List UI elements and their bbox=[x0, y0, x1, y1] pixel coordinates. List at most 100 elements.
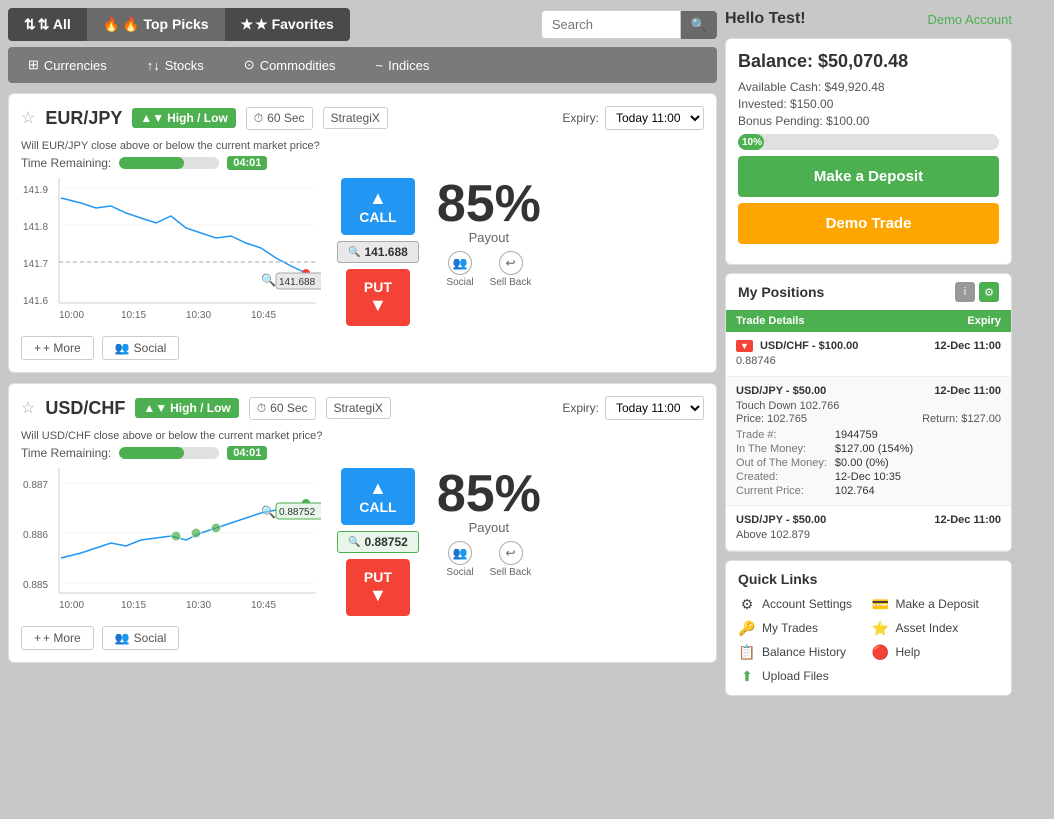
quick-link-account-settings[interactable]: ⚙ Account Settings bbox=[738, 595, 866, 613]
payout-label-usdchf: Payout bbox=[469, 520, 509, 535]
positions-title: My Positions bbox=[738, 284, 824, 300]
trend-icon: ▲▼ bbox=[140, 111, 164, 125]
quick-links-card: Quick Links ⚙ Account Settings 💳 Make a … bbox=[725, 560, 1012, 696]
payout-icons-usdchf: 👥 Social ↩ Sell Back bbox=[446, 541, 531, 578]
quick-link-asset-index[interactable]: ⭐ Asset Index bbox=[872, 619, 1000, 637]
timer-badge-eurjpy: ⏱ 60 Sec bbox=[246, 107, 313, 130]
sell-back-icon-usdchf[interactable]: ↩ Sell Back bbox=[490, 541, 532, 578]
strategix-badge-eurjpy: StrategiX bbox=[323, 107, 388, 129]
quick-link-upload-files[interactable]: ⬆ Upload Files bbox=[738, 667, 866, 685]
bonus-pending: Bonus Pending: $100.00 bbox=[738, 114, 999, 128]
upload-icon: ⬆ bbox=[738, 667, 756, 685]
payout-pct-eurjpy: 85% bbox=[437, 178, 541, 230]
demo-account-link[interactable]: Demo Account bbox=[927, 12, 1012, 27]
call-button-usdchf[interactable]: ▲ CALL bbox=[341, 468, 414, 525]
bonus-progress-fill: 10% bbox=[738, 134, 764, 150]
commodities-label: Commodities bbox=[260, 58, 336, 73]
fire-icon: 🔥 bbox=[103, 16, 120, 33]
payout-icons-eurjpy: 👥 Social ↩ Sell Back bbox=[446, 251, 531, 288]
payout-pct-usdchf: 85% bbox=[437, 468, 541, 520]
more-button-usdchf[interactable]: + + More bbox=[21, 626, 94, 650]
chart-svg-usdchf: 0.887 0.886 0.885 bbox=[21, 468, 321, 613]
social-button-usdchf[interactable]: 👥 Social bbox=[102, 626, 180, 650]
right-panel: Hello Test! Demo Account Balance: $50,07… bbox=[725, 0, 1020, 704]
social-btn-icon: 👥 bbox=[115, 341, 130, 355]
put-button-usdchf[interactable]: PUT ▼ bbox=[346, 559, 410, 616]
call-arrow-icon: ▲ bbox=[369, 188, 387, 209]
position-2-expiry: 12-Dec 11:00 bbox=[934, 385, 1001, 397]
deposit-icon: 💳 bbox=[872, 595, 890, 613]
position-2-trade: USD/JPY - $50.00 bbox=[736, 385, 826, 397]
out-money-val: $0.00 (0%) bbox=[835, 457, 1001, 469]
sell-back-icon-eurjpy[interactable]: ↩ Sell Back bbox=[490, 251, 532, 288]
svg-text:10:30: 10:30 bbox=[186, 600, 211, 611]
svg-text:🔍: 🔍 bbox=[261, 504, 276, 519]
card-body-usdchf: 0.887 0.886 0.885 bbox=[21, 468, 704, 616]
expiry-select-eurjpy[interactable]: Today 11:00 bbox=[605, 106, 704, 130]
plus-icon-2: + bbox=[34, 631, 41, 645]
quick-link-balance-history[interactable]: 📋 Balance History bbox=[738, 643, 866, 661]
quick-link-my-trades[interactable]: 🔑 My Trades bbox=[738, 619, 866, 637]
deposit-button[interactable]: Make a Deposit bbox=[738, 156, 999, 197]
created-val: 12-Dec 10:35 bbox=[835, 471, 1001, 483]
search-input[interactable] bbox=[541, 10, 681, 39]
favorite-star-usdchf[interactable]: ☆ bbox=[21, 398, 35, 418]
svg-text:0.885: 0.885 bbox=[23, 580, 48, 591]
search-button[interactable]: 🔍 bbox=[681, 11, 717, 39]
currencies-label: Currencies bbox=[44, 58, 107, 73]
in-money-label: In The Money: bbox=[736, 443, 827, 455]
social-button-eurjpy[interactable]: 👥 Social bbox=[102, 336, 180, 360]
payout-area-usdchf: 85% Payout 👥 Social ↩ Sell Back bbox=[437, 468, 541, 578]
favorite-star-eurjpy[interactable]: ☆ bbox=[21, 108, 35, 128]
stocks-label: Stocks bbox=[165, 58, 204, 73]
quick-link-make-deposit[interactable]: 💳 Make a Deposit bbox=[872, 595, 1000, 613]
put-arrow-icon-2: ▼ bbox=[369, 585, 387, 606]
position-3-sub: Above 102.879 bbox=[736, 529, 1001, 541]
position-1-sub: 0.88746 bbox=[736, 355, 1001, 367]
subnav-currencies[interactable]: ⊞ Currencies bbox=[8, 47, 127, 83]
expiry-select-usdchf[interactable]: Today 11:00 bbox=[605, 396, 704, 420]
svg-text:10:15: 10:15 bbox=[121, 600, 146, 611]
sub-nav: ⊞ Currencies ↑↓ Stocks ⊙ Commodities ~ I… bbox=[8, 47, 717, 83]
trades-icon: 🔑 bbox=[738, 619, 756, 637]
greeting-text: Hello Test! bbox=[725, 10, 806, 28]
trend-icon-2: ▲▼ bbox=[143, 401, 167, 415]
demo-trade-button[interactable]: Demo Trade bbox=[738, 203, 999, 244]
card-footer-usdchf: + + More 👥 Social bbox=[21, 626, 704, 650]
in-money-val: $127.00 (154%) bbox=[835, 443, 1001, 455]
position-1-trade: ▼ USD/CHF - $100.00 bbox=[736, 340, 858, 352]
position-3-expiry: 12-Dec 11:00 bbox=[934, 514, 1001, 526]
put-button-eurjpy[interactable]: PUT ▼ bbox=[346, 269, 410, 326]
position-1-expiry: 12-Dec 11:00 bbox=[934, 340, 1001, 352]
social-icon-eurjpy[interactable]: 👥 Social bbox=[446, 251, 473, 288]
progress-text: 10% bbox=[742, 137, 762, 148]
svg-text:10:45: 10:45 bbox=[251, 600, 276, 611]
timer-badge-usdchf: ⏱ 60 Sec bbox=[249, 397, 316, 420]
trade-card-usdchf: ☆ USD/CHF ▲▼ High / Low ⏱ 60 Sec Strateg… bbox=[8, 383, 717, 663]
quick-links-grid: ⚙ Account Settings 💳 Make a Deposit 🔑 My… bbox=[738, 595, 999, 685]
more-button-eurjpy[interactable]: + + More bbox=[21, 336, 94, 360]
currencies-icon: ⊞ bbox=[28, 57, 39, 73]
subnav-stocks[interactable]: ↑↓ Stocks bbox=[127, 47, 224, 83]
card-body-eurjpy: 141.9 141.8 141.7 141.6 bbox=[21, 178, 704, 326]
quick-link-help[interactable]: 🔴 Help bbox=[872, 643, 1000, 661]
nav-all-button[interactable]: ⇅ ⇅ All bbox=[8, 8, 87, 41]
card-footer-eurjpy: + + More 👥 Social bbox=[21, 336, 704, 360]
question-eurjpy: Will EUR/JPY close above or below the cu… bbox=[21, 140, 704, 152]
positions-info-icon[interactable]: i bbox=[955, 282, 975, 302]
current-price-label: Current Price: bbox=[736, 485, 827, 497]
pos-badge-1: ▼ bbox=[736, 340, 753, 352]
question-usdchf: Will USD/CHF close above or below the cu… bbox=[21, 430, 704, 442]
subnav-indices[interactable]: ~ Indices bbox=[356, 47, 450, 83]
subnav-commodities[interactable]: ⊙ Commodities bbox=[224, 47, 356, 83]
trade-controls-eurjpy: ▲ CALL 🔍 141.688 PUT ▼ bbox=[337, 178, 419, 326]
svg-text:0.887: 0.887 bbox=[23, 480, 48, 491]
chart-eurjpy: 141.9 141.8 141.7 141.6 bbox=[21, 178, 321, 326]
high-low-badge-usdchf: ▲▼ High / Low bbox=[135, 398, 238, 418]
positions-gear-icon[interactable]: ⚙ bbox=[979, 282, 999, 302]
nav-top-picks-button[interactable]: 🔥 🔥 Top Picks bbox=[87, 8, 225, 41]
call-button-eurjpy[interactable]: ▲ CALL bbox=[341, 178, 414, 235]
position-row-2: USD/JPY - $50.00 12-Dec 11:00 Touch Down… bbox=[726, 377, 1011, 506]
social-icon-usdchf[interactable]: 👥 Social bbox=[446, 541, 473, 578]
nav-favorites-button[interactable]: ★ ★ Favorites bbox=[225, 8, 350, 41]
